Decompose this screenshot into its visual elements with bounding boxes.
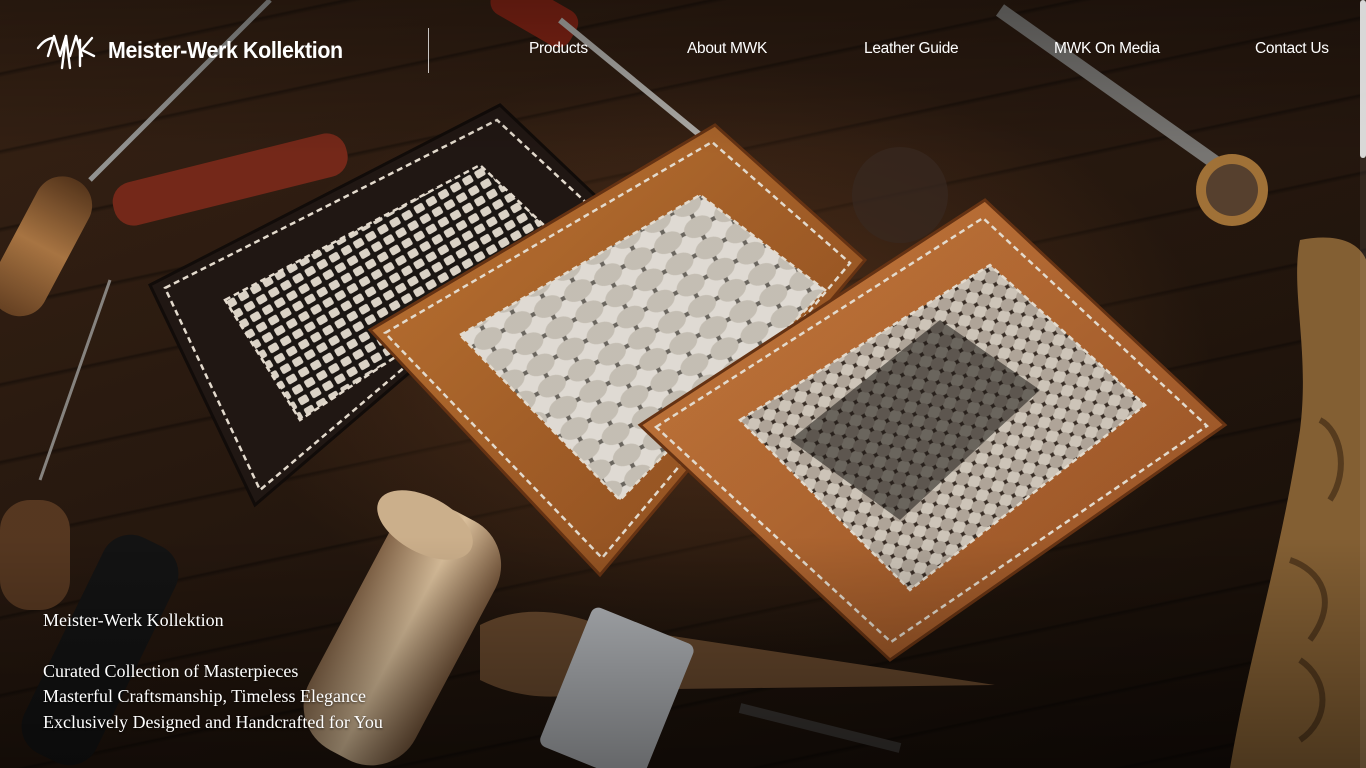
hero-caption: Meister-Werk Kollektion Curated Collecti…	[43, 608, 383, 735]
hero-tagline-2: Masterful Craftsmanship, Timeless Elegan…	[43, 686, 366, 706]
nav-about-mwk[interactable]: About MWK	[687, 40, 767, 58]
main-nav: Products About MWK Leather Guide MWK On …	[0, 40, 1366, 64]
nav-leather-guide[interactable]: Leather Guide	[864, 40, 959, 58]
hero-tagline-3: Exclusively Designed and Handcrafted for…	[43, 711, 383, 732]
nav-products[interactable]: Products	[529, 40, 588, 58]
nav-mwk-on-media[interactable]: MWK On Media	[1054, 40, 1160, 58]
hero-tagline-1: Curated Collection of Masterpieces	[43, 660, 299, 681]
nav-contact-us[interactable]: Contact Us	[1255, 40, 1329, 58]
hero-title: Meister-Werk Kollektion	[43, 610, 224, 630]
page-scrollbar[interactable]	[1360, 0, 1366, 768]
scrollbar-thumb[interactable]	[1360, 0, 1366, 158]
site-header: Meister-Werk Kollektion Products About M…	[0, 0, 1366, 100]
